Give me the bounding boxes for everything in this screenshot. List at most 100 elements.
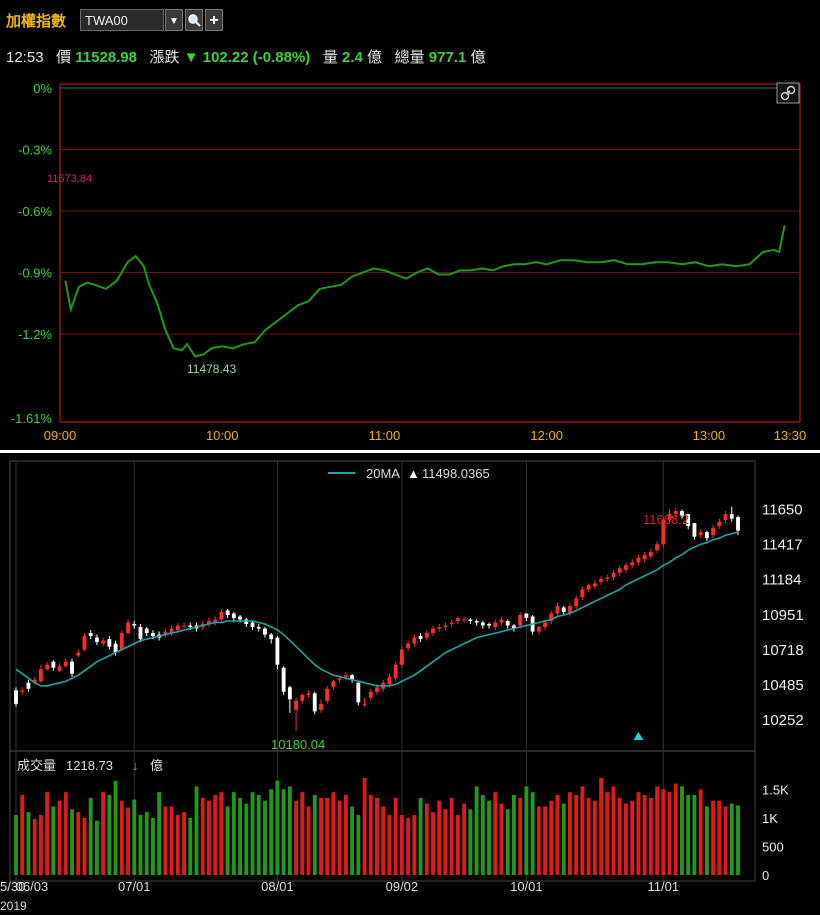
candle-body — [711, 527, 716, 536]
candlestick — [711, 524, 716, 539]
change-value: 102.22 (-0.88%) — [202, 49, 311, 66]
candle-body — [57, 666, 62, 671]
volume-bar — [536, 806, 541, 875]
candle-body — [306, 693, 311, 695]
symbol-dropdown-button[interactable]: ▼ — [165, 9, 183, 31]
candle-body — [393, 664, 398, 679]
volume-bar — [605, 792, 610, 875]
candle-body — [592, 583, 597, 587]
symbol-input[interactable]: TWA00 — [80, 9, 164, 31]
volume-bar — [312, 795, 317, 875]
candlestick — [350, 673, 355, 683]
volume-bar — [207, 800, 211, 875]
candlestick — [555, 602, 560, 617]
candlestick — [499, 616, 504, 626]
volume-bar — [480, 795, 485, 875]
volume-bar — [82, 817, 87, 875]
volume-bar — [642, 795, 647, 875]
candlestick — [138, 624, 143, 643]
ma-legend-arrow-icon: ▲ — [407, 466, 420, 481]
intraday-plot-frame — [59, 83, 801, 423]
candlestick — [275, 636, 280, 670]
x-prefix-label: 5/30 — [0, 879, 25, 894]
daily-x-tick: 09/02 — [386, 879, 419, 894]
candle-body — [443, 625, 448, 628]
candle-body — [269, 634, 274, 640]
volume-bar — [151, 817, 155, 875]
candle-body — [319, 703, 323, 710]
candlestick — [132, 621, 137, 629]
daily-chart: 20MA ▲ 11498.0365 11650 11417 11184 10951 10… — [0, 460, 804, 913]
candlestick — [437, 624, 442, 632]
candle-body — [119, 633, 124, 650]
candlestick — [443, 622, 448, 631]
volume-bar — [63, 792, 68, 875]
price-label: 價 — [56, 49, 72, 66]
add-button[interactable]: + — [205, 9, 223, 31]
volume-bar — [182, 812, 186, 875]
volume-bar — [57, 800, 62, 875]
volume-bar — [412, 815, 417, 875]
volume-bar — [555, 795, 560, 875]
candlestick — [219, 608, 224, 623]
volume-bar — [119, 800, 124, 875]
candle-body — [331, 681, 336, 688]
ma-legend-label: 20MA — [366, 466, 400, 481]
volume-bar — [381, 806, 386, 875]
candlestick — [611, 569, 616, 581]
candlestick — [424, 630, 429, 641]
volume-bar — [200, 797, 205, 875]
volume-bar — [331, 792, 336, 875]
ma-legend-value: 11498.0365 — [422, 466, 490, 481]
volume-label: 量 — [322, 49, 338, 66]
candle-body — [175, 625, 180, 631]
volume-bar — [717, 800, 722, 875]
candle-body — [275, 637, 280, 665]
volume-bar — [568, 792, 572, 875]
candle-body — [51, 661, 56, 668]
volume-bar — [219, 792, 224, 875]
volume-bar — [157, 792, 162, 875]
candle-body — [188, 625, 193, 628]
search-button[interactable] — [185, 9, 203, 31]
daily-y-tick: 11417 — [762, 537, 803, 554]
volume-bar — [580, 786, 585, 875]
volume-bar — [26, 812, 31, 875]
candlestick — [63, 658, 68, 668]
candle-body — [343, 675, 348, 677]
intraday-y-tick: 0% — [33, 81, 52, 96]
candlestick — [455, 616, 460, 625]
intraday-low-label: 11478.43 — [187, 362, 236, 376]
candle-body — [312, 693, 317, 712]
volume-bar — [655, 786, 660, 875]
candlestick — [624, 562, 628, 573]
candlestick — [487, 622, 491, 629]
volume-bar — [356, 815, 361, 875]
event-marker-icon[interactable] — [633, 732, 644, 740]
candle-body — [412, 637, 417, 644]
volume-bar — [107, 795, 112, 875]
volume-bar — [424, 803, 429, 875]
volume-bar — [729, 803, 734, 875]
volume-bar — [32, 819, 37, 875]
candlestick — [704, 530, 709, 542]
candlestick — [244, 618, 249, 628]
volume-bar — [319, 797, 323, 875]
candlestick — [362, 697, 367, 707]
volume-bar — [692, 795, 697, 875]
candle-body — [655, 544, 660, 551]
volume-bar — [113, 780, 118, 875]
volume-bar — [250, 792, 255, 875]
candle-body — [151, 633, 155, 637]
volume-bar — [337, 800, 342, 875]
intraday-y-tick: -1.61% — [11, 411, 53, 426]
candlestick — [592, 580, 597, 590]
candlestick — [729, 506, 734, 522]
intraday-x-tick: 09:00 — [44, 428, 77, 443]
volume-bar — [530, 792, 535, 875]
link-button[interactable] — [776, 82, 800, 104]
volume-bar — [263, 800, 267, 875]
candlestick — [57, 663, 62, 673]
plus-icon: + — [209, 12, 219, 29]
ma-legend: 20MA ▲ 11498.0365 — [328, 466, 490, 481]
